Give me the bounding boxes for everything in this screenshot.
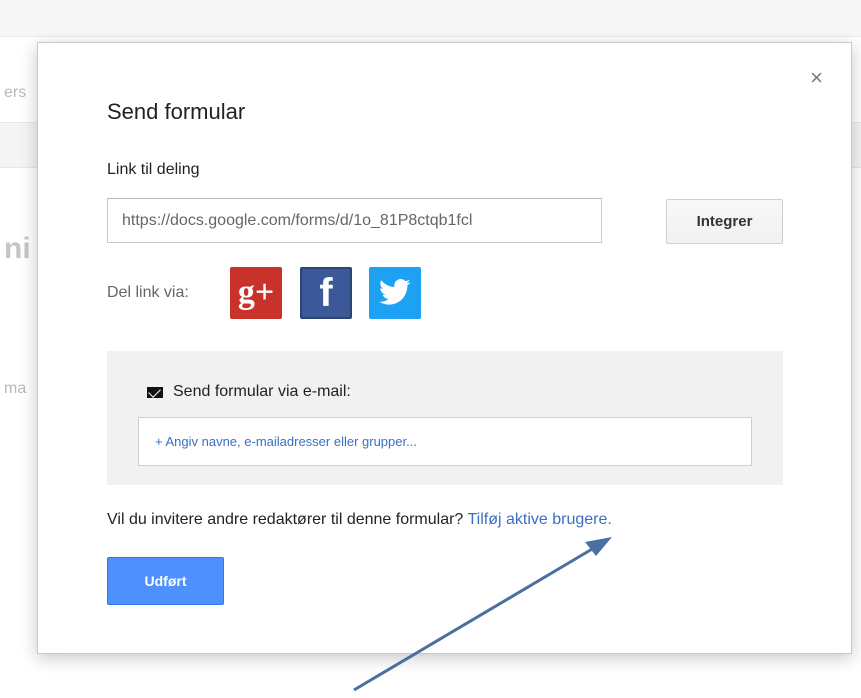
facebook-glyph: f (319, 270, 333, 315)
send-form-dialog: × Send formular Link til deling https://… (37, 42, 852, 654)
google-plus-icon[interactable]: g+ (230, 267, 282, 319)
add-active-users-link[interactable]: Tilføj aktive brugere. (467, 511, 611, 528)
invite-editors-text: Vil du invitere andre redaktører til den… (107, 511, 612, 529)
invite-question: Vil du invitere andre redaktører til den… (107, 511, 464, 528)
twitter-bird-icon (379, 279, 411, 305)
twitter-icon[interactable] (369, 267, 421, 319)
background-text-fragment: ers (4, 84, 27, 101)
share-link-input[interactable]: https://docs.google.com/forms/d/1o_81P8c… (107, 198, 602, 243)
background-text-fragment: ni (4, 232, 31, 265)
email-section-title: Send formular via e-mail: (147, 383, 351, 401)
share-link-label: Link til deling (107, 161, 200, 178)
facebook-icon[interactable]: f (300, 267, 352, 319)
share-via-label: Del link via: (107, 284, 189, 301)
email-recipients-input[interactable]: + Angiv navne, e-mailadresser eller grup… (138, 417, 752, 466)
background-text-fragment: ma (4, 380, 27, 397)
email-section-label: Send formular via e-mail: (173, 383, 351, 400)
envelope-icon (147, 386, 163, 398)
email-share-panel: Send formular via e-mail: + Angiv navne,… (107, 351, 783, 485)
embed-button[interactable]: Integrer (666, 199, 783, 244)
background-topbar (0, 0, 861, 37)
google-plus-glyph: g+ (237, 274, 275, 311)
done-button[interactable]: Udført (107, 557, 224, 605)
dialog-title: Send formular (107, 99, 246, 124)
close-icon[interactable]: × (810, 67, 823, 89)
